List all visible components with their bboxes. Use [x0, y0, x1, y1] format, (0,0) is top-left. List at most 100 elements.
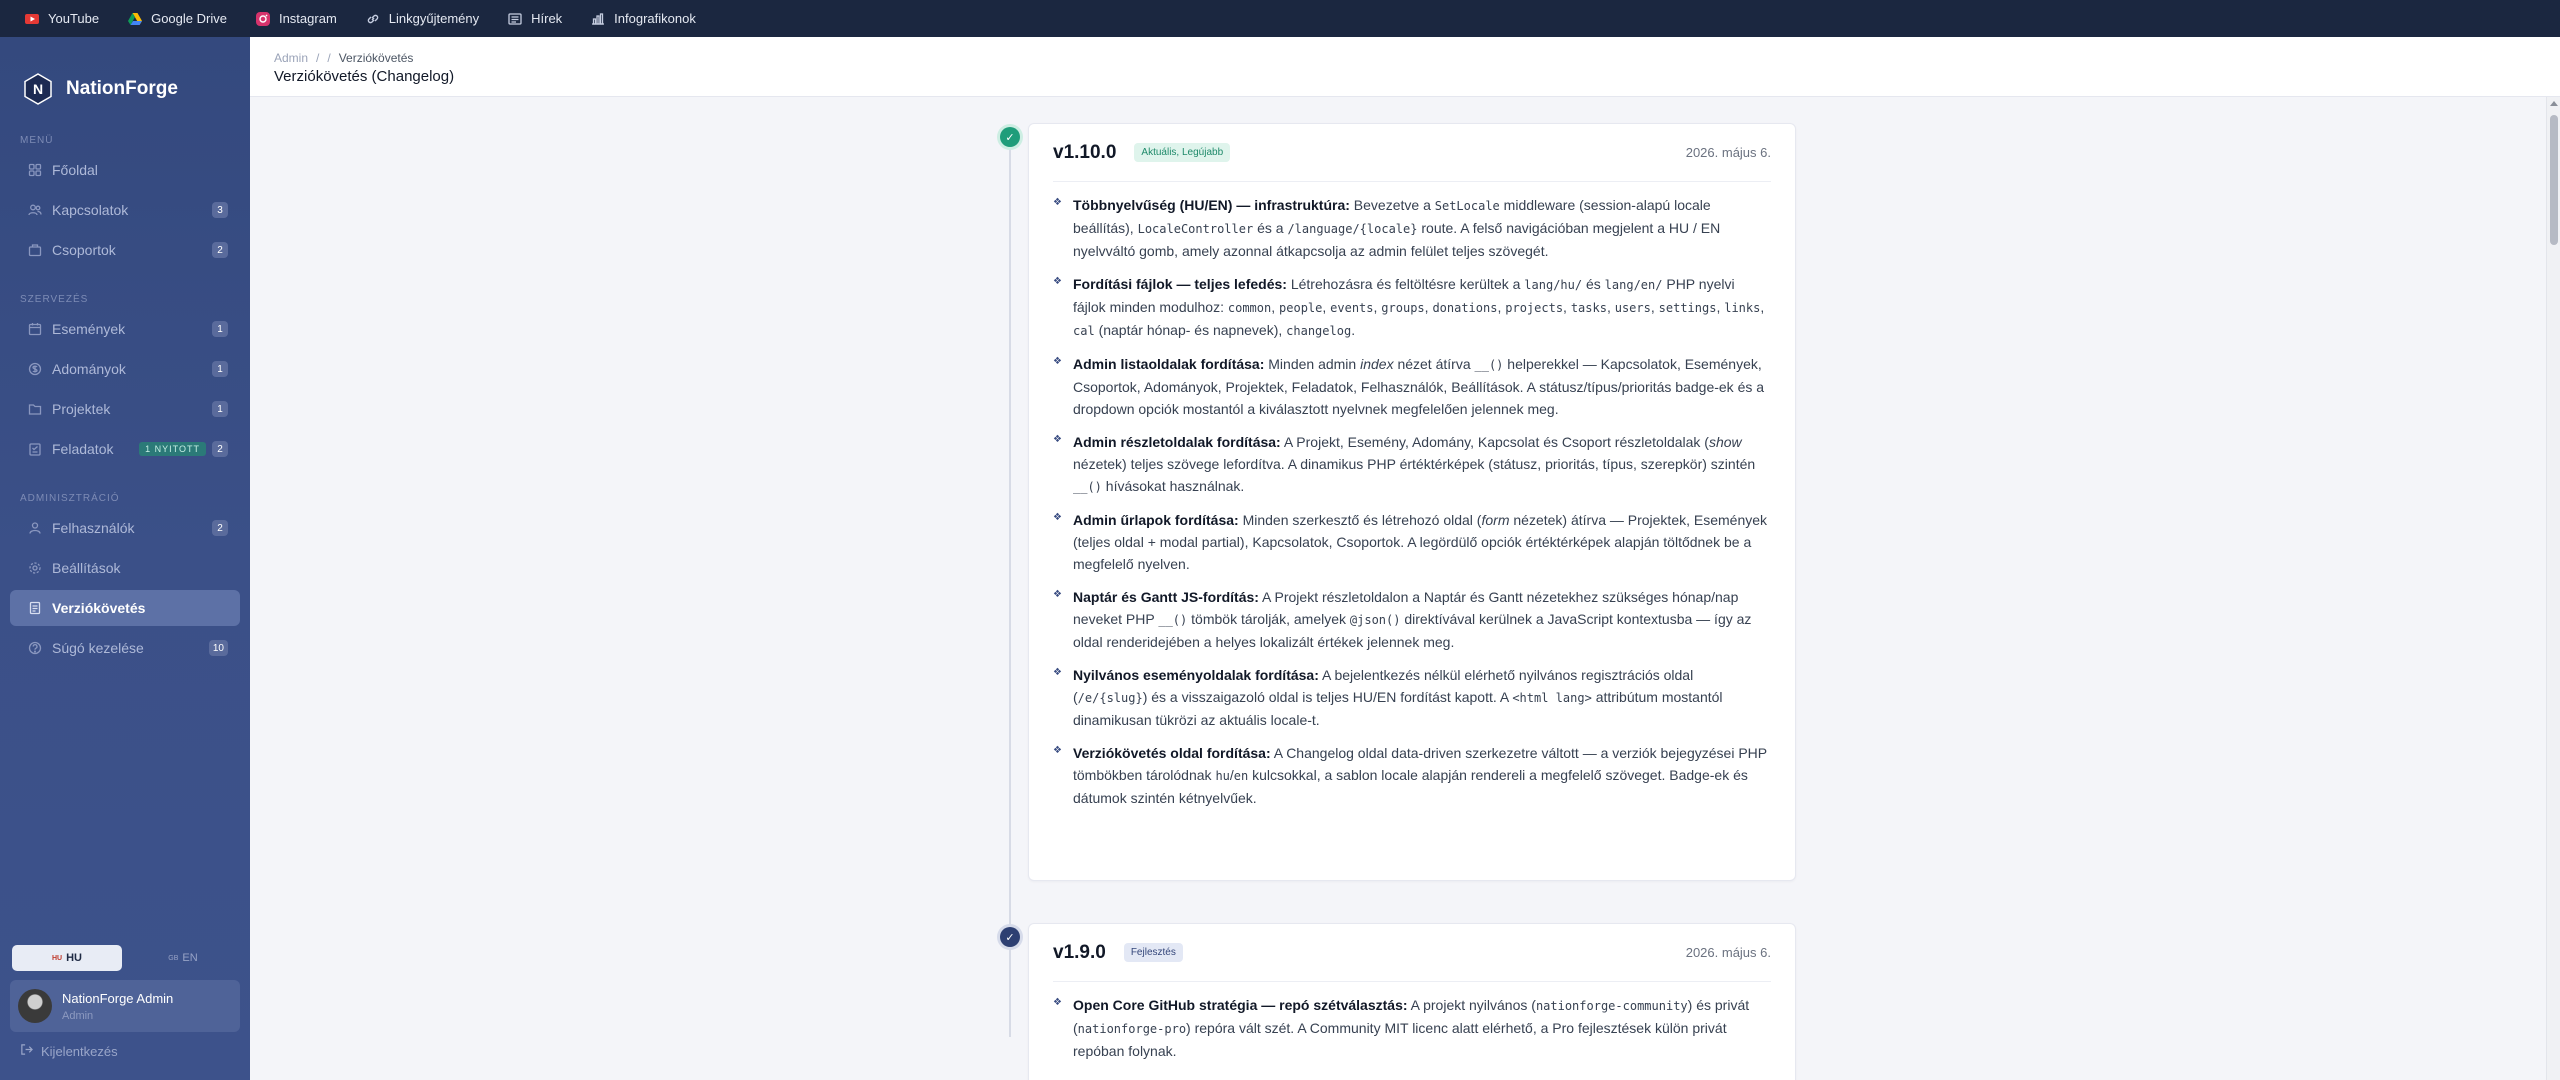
entry-text: Naptár és Gantt JS-fordítás: A Projekt r… — [1073, 589, 1752, 650]
diamond-bullet-icon: ❖ — [1053, 745, 1062, 756]
diamond-bullet-icon: ❖ — [1053, 667, 1062, 678]
bookmark-youtube[interactable]: YouTube — [24, 11, 99, 27]
sidebar: N NationForge MENÜ Főoldal Kapcsolatok 3… — [0, 37, 250, 1080]
sidebar-item-tasks[interactable]: Feladatok 1 NYITOTT 2 — [10, 431, 240, 467]
list-item: ❖ Open Core GitHub stratégia — repó szét… — [1053, 994, 1771, 1062]
user-icon — [28, 521, 42, 535]
vertical-scrollbar[interactable] — [2546, 97, 2560, 1080]
bookmark-label: Instagram — [278, 11, 337, 26]
svg-text:N: N — [33, 81, 43, 97]
link-icon — [365, 11, 381, 27]
check-circle-icon: ✓ — [1000, 127, 1020, 147]
youtube-icon — [24, 11, 40, 27]
entry-text: Fordítási fájlok — teljes lefedés: Létre… — [1073, 276, 1765, 338]
sidebar-item-label: Főoldal — [52, 162, 98, 178]
scroll-up-icon[interactable] — [2550, 101, 2558, 106]
section-label-org: SZERVEZÉS — [20, 294, 89, 305]
brand[interactable]: N NationForge — [0, 37, 250, 117]
sidebar-item-settings[interactable]: Beállítások — [10, 550, 240, 586]
count-badge: 1 — [212, 361, 228, 377]
logout-label: Kijelentkezés — [41, 1043, 118, 1059]
sidebar-item-projects[interactable]: Projektek 1 — [10, 391, 240, 427]
diamond-bullet-icon: ❖ — [1053, 434, 1062, 445]
users-icon — [28, 203, 42, 217]
diamond-bullet-icon: ❖ — [1053, 356, 1062, 367]
list-item: ❖ Admin űrlapok fordítása: Minden szerke… — [1053, 509, 1771, 575]
folder-icon — [28, 402, 42, 416]
sidebar-item-label: Csoportok — [52, 242, 116, 258]
section-label-menu: MENÜ — [20, 135, 54, 146]
bookmark-label: Linkgyűjtemény — [388, 11, 480, 26]
release-date: 2026. május 6. — [1685, 945, 1771, 960]
logout-button[interactable]: Kijelentkezés — [20, 1043, 118, 1059]
release-date: 2026. május 6. — [1685, 145, 1771, 160]
section-label-admin: ADMINISZTRÁCIÓ — [20, 493, 120, 504]
bookmark-links[interactable]: Linkgyűjtemény — [365, 11, 479, 27]
sidebar-item-events[interactable]: Események 1 — [10, 311, 240, 347]
user-card[interactable]: NationForge Admin Admin — [10, 980, 240, 1032]
logout-icon — [20, 1043, 33, 1059]
release-card: v1.10.0 Aktuális, Legújabb 2026. május 6… — [1028, 123, 1796, 881]
lang-hu-button[interactable]: HU HU — [12, 945, 122, 971]
breadcrumb-current: Verziókövetés — [338, 51, 414, 65]
user-name: NationForge Admin — [62, 990, 174, 1006]
lang-en-button[interactable]: GB EN — [128, 945, 238, 971]
diamond-bullet-icon: ❖ — [1053, 512, 1062, 523]
count-badge: 3 — [212, 202, 228, 218]
sidebar-item-help[interactable]: Súgó kezelése 10 — [10, 630, 240, 666]
bookmark-infographics[interactable]: Infografikonok — [590, 11, 696, 27]
entry-text: Nyilvános eseményoldalak fordítása: A be… — [1073, 667, 1723, 728]
entry-text: Open Core GitHub stratégia — repó szétvá… — [1073, 997, 1750, 1059]
sidebar-item-users[interactable]: Felhasználók 2 — [10, 510, 240, 546]
list-item: ❖ Többnyelvűség (HU/EN) — infrastruktúra… — [1053, 194, 1771, 262]
breadcrumb: Admin / / Verziókövetés — [274, 51, 2560, 65]
diamond-bullet-icon: ❖ — [1053, 589, 1062, 600]
sidebar-item-label: Felhasználók — [52, 520, 135, 536]
sidebar-item-label: Beállítások — [52, 560, 121, 576]
sidebar-item-contacts[interactable]: Kapcsolatok 3 — [10, 192, 240, 228]
page-title: Verziókövetés (Changelog) — [274, 68, 455, 85]
count-badge: 10 — [208, 640, 228, 656]
release-header: v1.9.0 Fejlesztés 2026. május 6. — [1053, 924, 1771, 982]
bookmark-google-drive[interactable]: Google Drive — [127, 11, 227, 27]
brand-logo-icon: N — [24, 73, 52, 105]
check-circle-icon: ✓ — [1000, 927, 1020, 947]
diamond-bullet-icon: ❖ — [1053, 997, 1062, 1008]
list-item: ❖ Admin részletoldalak fordítása: A Proj… — [1053, 431, 1771, 498]
scrollbar-thumb[interactable] — [2550, 115, 2558, 245]
chart-icon — [590, 11, 606, 27]
count-badge: 1 — [212, 321, 228, 337]
open-tasks-badge: 1 NYITOTT — [139, 442, 206, 456]
count-badge: 2 — [212, 441, 228, 457]
lang-en-label: EN — [182, 952, 198, 964]
sidebar-item-groups[interactable]: Csoportok 2 — [10, 232, 240, 268]
breadcrumb-root[interactable]: Admin — [274, 51, 308, 65]
google-drive-icon — [127, 11, 143, 27]
bookmark-label: YouTube — [48, 11, 100, 26]
release-entries: ❖ Többnyelvűség (HU/EN) — infrastruktúra… — [1053, 182, 1771, 809]
bookmark-news[interactable]: Hírek — [507, 11, 562, 27]
entry-text: Admin listaoldalak fordítása: Minden adm… — [1073, 356, 1765, 417]
list-item: ❖ Nyilvános eseményoldalak fordítása: A … — [1053, 664, 1771, 731]
brand-name: NationForge — [66, 78, 178, 99]
count-badge: 2 — [212, 520, 228, 536]
instagram-icon — [255, 11, 271, 27]
breadcrumb-separator: / — [316, 51, 320, 65]
sidebar-item-label: Verziókövetés — [52, 600, 146, 616]
bookmark-label: Google Drive — [151, 11, 227, 26]
release-header: v1.10.0 Aktuális, Legújabb 2026. május 6… — [1053, 124, 1771, 182]
bookmark-label: Infografikonok — [614, 11, 696, 26]
sidebar-item-changelog[interactable]: Verziókövetés — [10, 590, 240, 626]
bookmark-instagram[interactable]: Instagram — [255, 11, 337, 27]
entry-text: Többnyelvűség (HU/EN) — infrastruktúra: … — [1073, 197, 1721, 259]
group-icon — [28, 243, 42, 257]
sidebar-item-label: Projektek — [52, 401, 111, 417]
sidebar-item-home[interactable]: Főoldal — [10, 152, 240, 188]
list-item: ❖ Verziókövetés oldal fordítása: A Chang… — [1053, 742, 1771, 809]
home-icon — [28, 163, 42, 177]
sidebar-item-donations[interactable]: Adományok 1 — [10, 351, 240, 387]
release-badge: Aktuális, Legújabb — [1134, 143, 1231, 162]
sidebar-item-label: Súgó kezelése — [52, 640, 144, 656]
bookmark-label: Hírek — [531, 11, 563, 26]
list-item: ❖ Fordítási fájlok — teljes lefedés: Lét… — [1053, 273, 1771, 342]
